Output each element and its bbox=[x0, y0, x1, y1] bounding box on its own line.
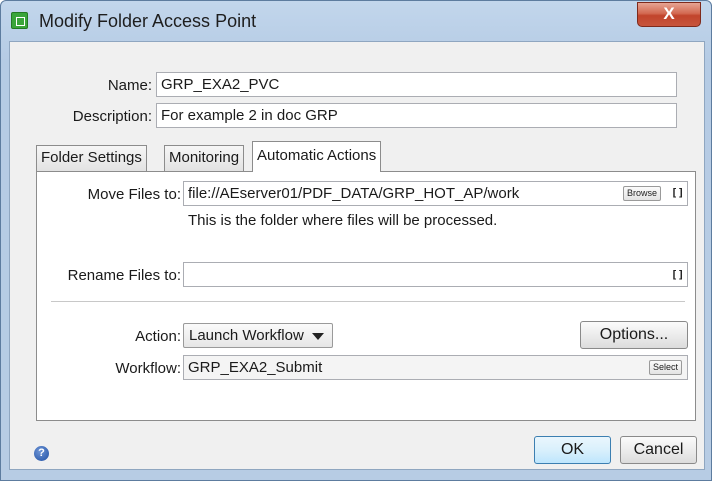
cancel-button[interactable]: Cancel bbox=[620, 436, 697, 464]
tab-folder-settings[interactable]: Folder Settings bbox=[36, 145, 147, 171]
move-files-input[interactable]: file://AEserver01/PDF_DATA/GRP_HOT_AP/wo… bbox=[183, 181, 688, 206]
options-button[interactable]: Options... bbox=[580, 321, 688, 349]
chevron-down-icon bbox=[312, 333, 324, 340]
rename-variable-brackets[interactable]: [] bbox=[671, 268, 684, 281]
workflow-input[interactable]: GRP_EXA2_Submit bbox=[183, 355, 688, 380]
workflow-label: Workflow: bbox=[115, 360, 181, 377]
move-variable-brackets[interactable]: [] bbox=[671, 186, 684, 199]
tab-automatic-actions[interactable]: Automatic Actions bbox=[252, 141, 382, 172]
question-circle-icon[interactable]: ? bbox=[34, 446, 49, 461]
action-dropdown[interactable]: Launch Workflow bbox=[183, 323, 333, 348]
browse-button[interactable]: Browse bbox=[623, 186, 662, 201]
name-label: Name: bbox=[107, 77, 152, 94]
ok-button[interactable]: OK bbox=[534, 436, 611, 464]
tab-monitoring[interactable]: Monitoring bbox=[164, 145, 245, 171]
move-files-label: Move Files to: bbox=[87, 186, 181, 203]
rename-files-label: Rename Files to: bbox=[67, 267, 181, 284]
action-dropdown-value: Launch Workflow bbox=[189, 327, 304, 344]
move-files-path: file://AEserver01/PDF_DATA/GRP_HOT_AP/wo… bbox=[188, 185, 520, 202]
dialog-window: Modify Folder Access Point X Name: GRP_E… bbox=[0, 0, 712, 481]
name-input[interactable]: GRP_EXA2_PVC bbox=[156, 72, 677, 97]
window-title: Modify Folder Access Point bbox=[39, 11, 257, 31]
rename-files-input[interactable] bbox=[183, 262, 688, 287]
workflow-value: GRP_EXA2_Submit bbox=[188, 359, 323, 376]
title-bar[interactable]: Modify Folder Access Point X bbox=[1, 1, 711, 41]
description-input[interactable]: For example 2 in doc GRP bbox=[156, 103, 677, 128]
dialog-body: Name: GRP_EXA2_PVC Description: For exam… bbox=[9, 41, 705, 470]
action-label: Action: bbox=[135, 328, 181, 345]
close-button[interactable]: X bbox=[637, 2, 701, 27]
select-workflow-button[interactable]: Select bbox=[649, 360, 683, 375]
app-icon bbox=[11, 12, 28, 29]
automatic-actions-panel: Move Files to: file://AEserver01/PDF_DAT… bbox=[36, 171, 696, 421]
description-label: Description: bbox=[72, 108, 152, 125]
move-files-hint: This is the folder where files will be p… bbox=[188, 212, 498, 229]
section-divider bbox=[51, 301, 685, 303]
